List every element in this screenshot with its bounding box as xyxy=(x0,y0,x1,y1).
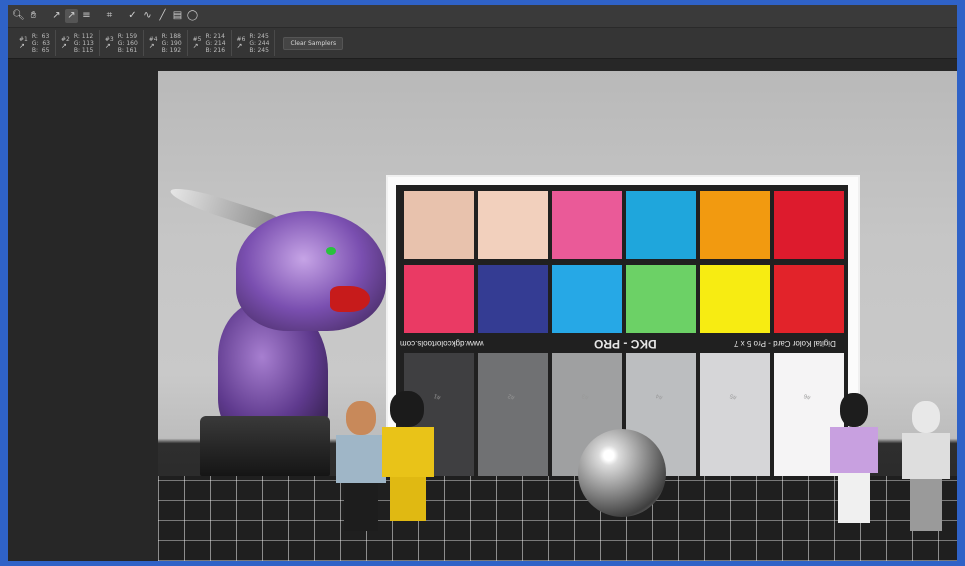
sampler-b: B: 192 xyxy=(161,46,182,54)
ruler-icon[interactable]: ≡ xyxy=(80,9,93,23)
brush-icon[interactable]: ✓ xyxy=(126,9,139,23)
photoshop-window: 🔍︎ ✋︎ ↗ ↗ ≡ ⌗ ✓ ∿ ╱ ▤ ◯ #1 ↗ R: 63 G: 63 B:… xyxy=(8,5,957,561)
eyedropper-icon: ↗ xyxy=(60,42,67,50)
color-patch-middle xyxy=(626,265,696,333)
card-title: DKC - PRO xyxy=(594,337,657,351)
lego-figure-yellow xyxy=(376,391,440,521)
sampler-r: R: 245 xyxy=(249,32,269,40)
eyedropper-icon: ↗ xyxy=(236,42,243,50)
sampler-1[interactable]: #1 ↗ R: 63 G: 63 B: 65 xyxy=(14,30,56,56)
eyedropper-icon: ↗ xyxy=(192,42,199,50)
eyedropper-icon[interactable]: ↗ xyxy=(50,9,63,23)
chrome-ball xyxy=(578,429,666,517)
gray-patch-label: #4 xyxy=(655,392,664,400)
sampler-4[interactable]: #4 ↗ R: 188 G: 190 B: 192 xyxy=(144,30,188,56)
zoom-icon[interactable]: 🔍︎ xyxy=(12,9,25,23)
color-patch-top xyxy=(552,191,622,259)
sampler-6[interactable]: #6 ↗ R: 245 G: 244 B: 245 xyxy=(232,30,276,56)
sampler-g: G: 160 xyxy=(117,39,138,47)
sampler-2[interactable]: #2 ↗ R: 112 G: 113 B: 115 xyxy=(56,30,100,56)
gray-patch-label: #3 xyxy=(581,392,590,400)
card-website: www.dgkcolortools.com xyxy=(400,339,484,348)
color-patch-top xyxy=(404,191,474,259)
sampler-r: R: 214 xyxy=(205,32,225,40)
color-patch-middle xyxy=(552,265,622,333)
tool-options-toolbar: 🔍︎ ✋︎ ↗ ↗ ≡ ⌗ ✓ ∿ ╱ ▤ ◯ xyxy=(8,5,957,28)
healing-icon[interactable]: ∿ xyxy=(141,9,154,23)
card-subtitle: Digital Kolor Card - Pro 5 x 7 xyxy=(734,339,836,348)
gray-patch-label: #2 xyxy=(507,392,516,400)
sampler-r: R: 63 xyxy=(31,32,50,40)
sampler-b: B: 245 xyxy=(249,46,269,54)
lego-figure-purple xyxy=(826,393,882,523)
sampler-b: B: 161 xyxy=(117,46,138,54)
sampler-g: G: 113 xyxy=(73,39,94,47)
pencil-icon[interactable]: ╱ xyxy=(156,9,169,23)
dragon-mouth xyxy=(330,286,370,312)
sampler-b: B: 115 xyxy=(73,46,94,54)
eyedropper-icon: ↗ xyxy=(104,42,111,50)
sampler-b: B: 65 xyxy=(31,46,50,54)
color-patch-middle xyxy=(774,265,844,333)
color-sampler-icon[interactable]: ↗ xyxy=(65,9,78,23)
document-workspace: www.dgkcolortools.com DKC - PRO Digital … xyxy=(8,59,957,561)
lasso-icon[interactable]: ◯ xyxy=(186,9,199,23)
sampler-g: G: 63 xyxy=(31,39,50,47)
color-patch-top xyxy=(626,191,696,259)
eraser-icon[interactable]: ▤ xyxy=(171,9,184,23)
color-patch-middle xyxy=(478,265,548,333)
sampler-g: G: 214 xyxy=(205,39,226,47)
lego-figure-white xyxy=(898,401,954,531)
image-canvas[interactable]: www.dgkcolortools.com DKC - PRO Digital … xyxy=(158,71,957,561)
hand-icon[interactable]: ✋︎ xyxy=(27,9,40,23)
sampler-r: R: 159 xyxy=(117,32,138,40)
sampler-g: G: 190 xyxy=(161,39,182,47)
sampler-5[interactable]: #5 ↗ R: 214 G: 214 B: 216 xyxy=(188,30,232,56)
dragon-eye xyxy=(326,247,336,255)
sampler-b: B: 216 xyxy=(205,46,226,54)
color-patch-top xyxy=(774,191,844,259)
color-patch-middle xyxy=(700,265,770,333)
gray-patch-label: #6 xyxy=(803,392,812,400)
eyedropper-icon: ↗ xyxy=(148,42,155,50)
sampler-r: R: 112 xyxy=(73,32,94,40)
color-patch-top xyxy=(700,191,770,259)
color-patch-top xyxy=(478,191,548,259)
sampler-readout-bar: #1 ↗ R: 63 G: 63 B: 65 #2 ↗ R: 112 G: 113 B: 1… xyxy=(8,28,957,59)
color-patch-middle xyxy=(404,265,474,333)
dragon-figurine-head xyxy=(236,211,386,331)
eyedropper-icon: ↗ xyxy=(19,42,25,50)
sampler-3[interactable]: #3 ↗ R: 159 G: 160 B: 161 xyxy=(100,30,144,56)
sampler-r: R: 188 xyxy=(161,32,181,40)
gray-patch-label: #5 xyxy=(729,392,738,400)
card-label-band: www.dgkcolortools.com DKC - PRO Digital … xyxy=(396,337,848,351)
clear-samplers-button[interactable]: Clear Samplers xyxy=(283,36,344,50)
sampler-g: G: 244 xyxy=(249,39,270,47)
crop-icon[interactable]: ⌗ xyxy=(103,9,116,23)
dragon-pedestal xyxy=(200,416,330,476)
